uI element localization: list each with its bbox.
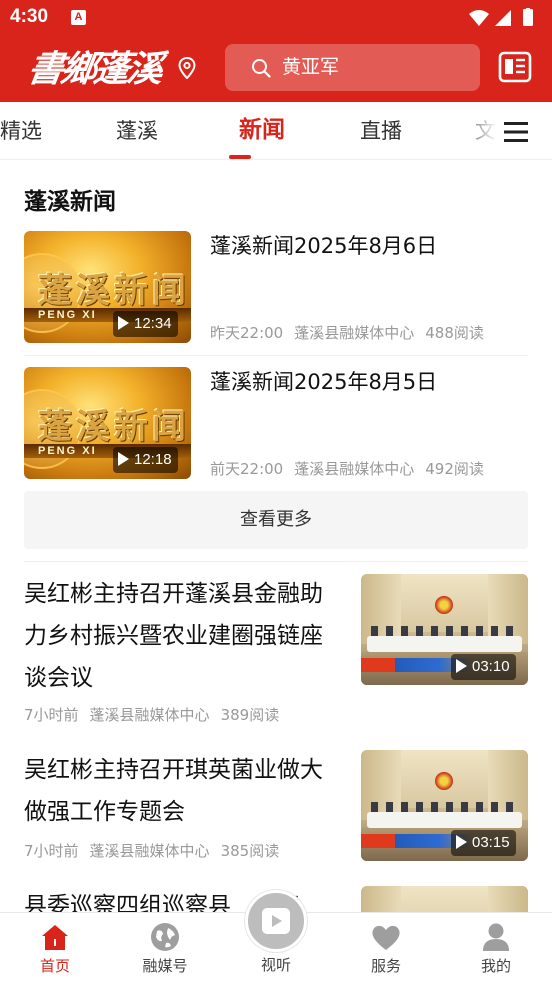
thumbnail-caption-en: PENG XI bbox=[38, 309, 97, 321]
video-thumbnail[interactable]: 蓬溪新闻 PENG XI 12:18 bbox=[24, 367, 191, 479]
nav-label: 我的 bbox=[480, 957, 511, 975]
read-count: 488阅读 bbox=[425, 324, 484, 342]
view-more-button[interactable]: 查看更多 bbox=[24, 491, 528, 549]
search-icon bbox=[252, 59, 271, 78]
news-meta: 7小时前 蓬溪县融媒体中心 385阅读 bbox=[24, 841, 290, 861]
duration-badge: 12:34 bbox=[113, 311, 178, 337]
duration-badge: 03:10 bbox=[451, 654, 516, 680]
emblem-graphic bbox=[435, 596, 453, 614]
duration-badge: 12:18 bbox=[113, 447, 178, 473]
duration-text: 12:18 bbox=[134, 451, 172, 468]
user-icon bbox=[483, 923, 509, 951]
thumbnail-caption: 蓬溪新闻 bbox=[38, 271, 190, 311]
video-meta: 前天22:00 蓬溪县融媒体中心 492阅读 bbox=[210, 459, 495, 479]
nav-label: 服务 bbox=[370, 957, 401, 975]
status-bar: 4:30 A bbox=[0, 0, 552, 36]
source-name: 蓬溪县融媒体中心 bbox=[294, 324, 415, 342]
news-thumbnail[interactable]: 03:10 bbox=[361, 574, 528, 685]
thumb-table bbox=[367, 812, 522, 828]
news-title[interactable]: 吴红彬主持召开琪英菌业做大做强工作专题会 bbox=[24, 749, 334, 833]
heart-icon bbox=[372, 925, 400, 950]
read-count: 389阅读 bbox=[220, 706, 280, 724]
play-icon bbox=[118, 452, 129, 466]
search-placeholder: 黄亚军 bbox=[282, 56, 340, 78]
duration-badge: 03:15 bbox=[451, 830, 516, 856]
tab-featured[interactable]: 精选 bbox=[0, 116, 42, 146]
video-item[interactable]: 蓬溪新闻 PENG XI 12:18 蓬溪新闻2025年8月5日 前天22:00… bbox=[24, 367, 528, 479]
status-signal-battery-icons bbox=[469, 8, 533, 26]
location-pin-icon[interactable] bbox=[178, 57, 196, 79]
status-time: 4:30 bbox=[10, 6, 49, 27]
source-name: 蓬溪县融媒体中心 bbox=[89, 842, 210, 860]
nav-label: 视听 bbox=[260, 956, 291, 974]
newspaper-icon[interactable] bbox=[498, 51, 532, 83]
video-item[interactable]: 蓬溪新闻 PENG XI 12:34 蓬溪新闻2025年8月6日 昨天22:00… bbox=[24, 231, 528, 343]
nav-media[interactable]: 融媒号 bbox=[125, 913, 205, 981]
news-thumbnail[interactable]: 03:15 bbox=[361, 750, 528, 861]
nav-label: 首页 bbox=[39, 957, 70, 975]
thumb-banner-tag bbox=[361, 658, 395, 672]
channel-tabs: 精选 蓬溪 新闻 直播 文 bbox=[0, 102, 552, 160]
notification-a-icon: A bbox=[71, 10, 86, 25]
divider bbox=[24, 355, 528, 356]
publish-time: 昨天22:00 bbox=[210, 324, 284, 342]
active-tab-indicator bbox=[229, 155, 251, 159]
nav-profile[interactable]: 我的 bbox=[456, 913, 536, 981]
home-icon bbox=[42, 925, 68, 950]
search-bar[interactable]: 黄亚军 bbox=[225, 44, 480, 91]
thumbnail-caption: 蓬溪新闻 bbox=[38, 407, 190, 447]
video-icon bbox=[262, 908, 290, 934]
thumb-table bbox=[367, 636, 522, 652]
nav-label: 融媒号 bbox=[142, 957, 188, 975]
tab-news[interactable]: 新闻 bbox=[239, 115, 285, 145]
video-thumbnail[interactable]: 蓬溪新闻 PENG XI 12:34 bbox=[24, 231, 191, 343]
app-header: 4:30 A 書鄉蓬溪 黄亚军 bbox=[0, 0, 552, 102]
source-name: 蓬溪县融媒体中心 bbox=[294, 460, 415, 478]
nav-home[interactable]: 首页 bbox=[15, 913, 95, 981]
read-count: 385阅读 bbox=[220, 842, 280, 860]
thumbnail-caption-en: PENG XI bbox=[38, 445, 97, 457]
nav-video-button[interactable] bbox=[245, 890, 307, 952]
source-name: 蓬溪县融媒体中心 bbox=[89, 706, 210, 724]
wifi-icon bbox=[469, 10, 489, 26]
cell-signal-icon bbox=[495, 10, 511, 26]
emblem-graphic bbox=[435, 772, 453, 790]
globe-icon bbox=[151, 923, 179, 951]
video-title[interactable]: 蓬溪新闻2025年8月5日 bbox=[210, 367, 437, 397]
video-title[interactable]: 蓬溪新闻2025年8月6日 bbox=[210, 231, 437, 261]
publish-time: 7小时前 bbox=[24, 842, 79, 860]
tab-live[interactable]: 直播 bbox=[360, 116, 402, 146]
section-title: 蓬溪新闻 bbox=[24, 189, 116, 215]
thumb-banner-tag bbox=[361, 834, 395, 848]
publish-time: 前天22:00 bbox=[210, 460, 284, 478]
news-meta: 7小时前 蓬溪县融媒体中心 389阅读 bbox=[24, 705, 290, 725]
read-count: 492阅读 bbox=[425, 460, 484, 478]
news-item[interactable]: 吴红彬主持召开蓬溪县金融助力乡村振兴暨农业建圈强链座谈会议 03:10 7小时前… bbox=[24, 573, 528, 733]
battery-icon bbox=[523, 9, 533, 26]
news-item[interactable]: 吴红彬主持召开琪英菌业做大做强工作专题会 03:15 7小时前 蓬溪县融媒体中心 3… bbox=[24, 749, 528, 869]
duration-text: 03:15 bbox=[472, 834, 510, 851]
play-icon bbox=[456, 835, 467, 849]
app-logo: 書鄉蓬溪 bbox=[25, 48, 163, 90]
duration-text: 03:10 bbox=[472, 658, 510, 675]
nav-service[interactable]: 服务 bbox=[346, 913, 426, 981]
menu-icon[interactable] bbox=[503, 121, 529, 143]
play-icon bbox=[118, 316, 129, 330]
divider bbox=[24, 561, 528, 562]
video-meta: 昨天22:00 蓬溪县融媒体中心 488阅读 bbox=[210, 323, 495, 343]
duration-text: 12:34 bbox=[134, 315, 172, 332]
publish-time: 7小时前 bbox=[24, 706, 79, 724]
news-title[interactable]: 吴红彬主持召开蓬溪县金融助力乡村振兴暨农业建圈强链座谈会议 bbox=[24, 573, 334, 699]
play-icon bbox=[456, 659, 467, 673]
app-root: 4:30 A 書鄉蓬溪 黄亚军 精选 蓬溪 新闻 直播 蓬溪新闻 蓬溪新闻 PE… bbox=[0, 0, 552, 981]
tab-pengxi[interactable]: 蓬溪 bbox=[116, 116, 158, 146]
